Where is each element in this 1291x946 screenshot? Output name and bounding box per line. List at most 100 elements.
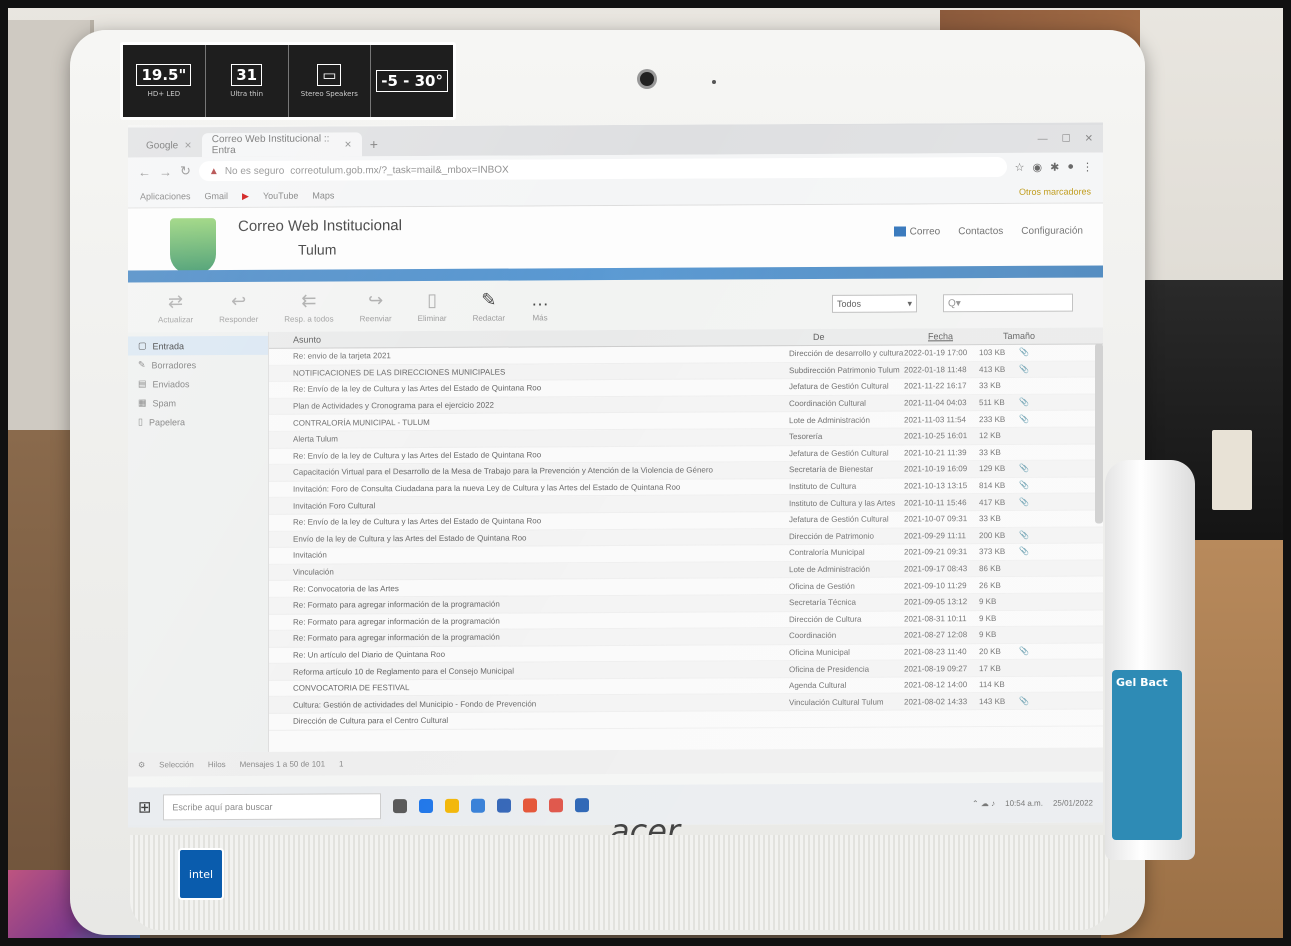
minimize-icon[interactable]: — bbox=[1038, 134, 1048, 145]
windows-start-icon[interactable]: ⊞ bbox=[138, 797, 151, 817]
mail-app-icon[interactable] bbox=[497, 798, 512, 813]
message-date: 2021-11-03 11:54 bbox=[904, 414, 966, 425]
message-from: Dirección de Cultura bbox=[789, 614, 862, 624]
message-rows: Re: envio de la tarjeta 2021 Dirección de… bbox=[269, 344, 1103, 731]
forward-icon[interactable]: → bbox=[159, 164, 172, 179]
column-from[interactable]: De bbox=[813, 331, 928, 342]
message-date: 2021-11-22 16:17 bbox=[904, 381, 967, 391]
message-from: Secretaría de Bienestar bbox=[789, 465, 874, 475]
message-count: Mensajes 1 a 50 de 101 bbox=[239, 759, 326, 769]
browser-tab-google[interactable]: Google ✕ bbox=[136, 133, 202, 157]
browser-tab-mail[interactable]: Correo Web Institucional :: Entra ✕ bbox=[201, 132, 362, 158]
new-tab-icon[interactable]: + bbox=[362, 136, 386, 152]
extension-icon[interactable]: ◉ bbox=[1033, 160, 1043, 173]
scrollbar[interactable] bbox=[1095, 343, 1103, 524]
column-subject[interactable]: Asunto bbox=[269, 332, 813, 345]
column-size[interactable]: Tamaño bbox=[1003, 331, 1043, 341]
store-icon[interactable] bbox=[471, 798, 486, 813]
selection-select[interactable]: Selección bbox=[159, 760, 194, 769]
nav-contacts[interactable]: Contactos bbox=[958, 226, 1003, 237]
reload-icon[interactable]: ↻ bbox=[180, 163, 191, 179]
puzzle-icon[interactable]: ✱ bbox=[1050, 160, 1059, 173]
reply-button[interactable]: ↩ Responder bbox=[219, 290, 258, 323]
message-from: Instituto de Cultura bbox=[789, 481, 857, 492]
nav-settings[interactable]: Configuración bbox=[1021, 226, 1083, 237]
taskbar-search[interactable]: Escribe aquí para buscar bbox=[163, 793, 382, 821]
task-view-icon[interactable] bbox=[393, 799, 408, 814]
message-date: 2021-10-07 09:31 bbox=[904, 514, 968, 524]
search-input[interactable]: Q▾ bbox=[943, 293, 1073, 313]
microphone bbox=[712, 80, 716, 84]
page-number[interactable]: 1 bbox=[339, 759, 343, 768]
bookmark-gmail[interactable]: Gmail bbox=[205, 191, 229, 201]
message-subject: Re: Convocatoria de las Artes bbox=[293, 583, 399, 594]
attachment-icon: 📎 bbox=[1019, 646, 1029, 656]
close-icon[interactable]: ✕ bbox=[184, 140, 192, 151]
gel-bottle-label: Gel Bact bbox=[1112, 670, 1182, 840]
attachment-icon: 📎 bbox=[1019, 530, 1029, 540]
star-icon[interactable]: ☆ bbox=[1015, 160, 1025, 173]
chevron-down-icon: ▾ bbox=[907, 297, 912, 308]
message-from: Lote de Administración bbox=[789, 415, 870, 425]
column-date[interactable]: Fecha bbox=[928, 331, 1003, 341]
nav-mail[interactable]: Correo bbox=[893, 226, 940, 237]
forward-button[interactable]: ↪ Reenviar bbox=[360, 290, 392, 323]
bookmark-apps[interactable]: Aplicaciones bbox=[140, 191, 191, 201]
profile-icon[interactable]: ● bbox=[1067, 160, 1074, 173]
message-from: Coordinación Cultural bbox=[789, 398, 866, 409]
youtube-icon: ▶ bbox=[242, 190, 249, 201]
office-icon[interactable] bbox=[523, 798, 538, 813]
settings-icon[interactable]: ⚙ bbox=[138, 760, 145, 769]
message-subject: Invitación Foro Cultural bbox=[293, 500, 376, 511]
message-from: Subdirección Patrimonio Tulum bbox=[789, 365, 900, 375]
folder-icon[interactable] bbox=[445, 798, 460, 813]
chrome-icon[interactable] bbox=[549, 798, 564, 813]
maximize-icon[interactable]: ☐ bbox=[1062, 134, 1071, 145]
close-window-icon[interactable]: ✕ bbox=[1085, 133, 1093, 144]
other-bookmarks[interactable]: Otros marcadores bbox=[1019, 187, 1091, 197]
message-subject: Envío de la ley de Cultura y las Artes d… bbox=[293, 533, 527, 544]
webcam bbox=[640, 72, 654, 86]
message-row[interactable]: Dirección de Cultura para el Centro Cult… bbox=[269, 709, 1103, 731]
folder-spam[interactable]: ▦ Spam bbox=[128, 393, 268, 413]
spec-thickness: 31 Ultra thin bbox=[206, 45, 289, 117]
message-date: 2021-08-12 14:00 bbox=[904, 680, 968, 690]
refresh-button[interactable]: ⇄ Actualizar bbox=[158, 291, 193, 324]
folder-inbox[interactable]: ▢ Entrada bbox=[128, 335, 268, 356]
message-date: 2021-08-23 11:40 bbox=[904, 647, 967, 657]
delete-button[interactable]: ▯ Eliminar bbox=[418, 289, 447, 322]
back-icon[interactable]: ← bbox=[138, 164, 151, 179]
menu-icon[interactable]: ⋮ bbox=[1082, 160, 1093, 173]
message-size: 20 KB bbox=[979, 646, 1001, 657]
word-icon[interactable] bbox=[575, 798, 590, 813]
message-from: Coordinación bbox=[789, 631, 837, 641]
folder-trash[interactable]: ▯ Papelera bbox=[128, 412, 268, 432]
folder-sent[interactable]: ▤ Enviados bbox=[128, 374, 268, 394]
message-subject: Invitación bbox=[293, 550, 327, 561]
clock-time[interactable]: 10:54 a.m. bbox=[1005, 798, 1043, 807]
compose-button[interactable]: ✎ Redactar bbox=[473, 289, 505, 322]
message-date: 2021-11-04 04:03 bbox=[904, 398, 967, 408]
message-from: Lote de Administración bbox=[789, 564, 870, 575]
clock-date[interactable]: 25/01/2022 bbox=[1053, 798, 1093, 807]
bookmark-maps[interactable]: Maps bbox=[312, 190, 334, 200]
threads-select[interactable]: Hilos bbox=[208, 760, 226, 769]
app-nav: Correo Contactos Configuración bbox=[893, 226, 1083, 238]
more-button[interactable]: … Más bbox=[531, 289, 549, 322]
edge-icon[interactable] bbox=[419, 798, 434, 814]
url-field[interactable]: ▲ No es seguro correotulum.gob.mx/?_task… bbox=[198, 156, 1007, 182]
app-header: Correo Web Institucional Tulum Correo Co… bbox=[128, 203, 1103, 275]
message-date: 2021-09-10 11:29 bbox=[904, 580, 967, 591]
filter-select[interactable]: Todos ▾ bbox=[832, 294, 917, 313]
security-label: No es seguro bbox=[224, 165, 285, 177]
message-subject: Re: Envío de la ley de Cultura y las Art… bbox=[293, 383, 542, 395]
reply-all-button[interactable]: ⇇ Resp. a todos bbox=[284, 290, 333, 323]
folder-drafts[interactable]: ✎ Borradores bbox=[128, 355, 268, 375]
message-from: Vinculación Cultural Tulum bbox=[789, 697, 884, 707]
tray-icons[interactable]: ⌃ ☁ ♪ bbox=[972, 799, 995, 808]
bookmark-youtube[interactable]: YouTube bbox=[263, 191, 298, 201]
close-icon[interactable]: ✕ bbox=[344, 139, 352, 150]
attachment-icon: 📎 bbox=[1019, 414, 1029, 424]
sent-icon: ▤ bbox=[138, 378, 147, 389]
message-size: 9 KB bbox=[979, 630, 997, 640]
